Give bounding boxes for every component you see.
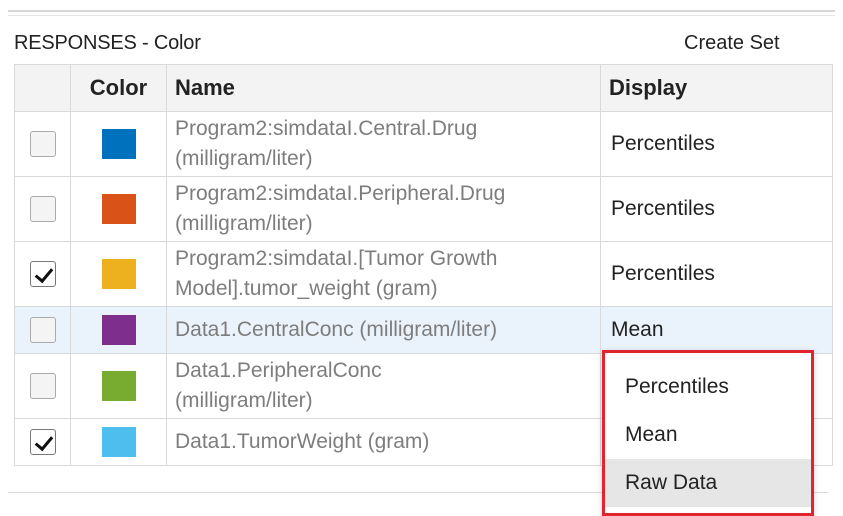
- name-line: (milligram/liter): [175, 212, 313, 235]
- dropdown-option-raw-data[interactable]: Raw Data: [605, 459, 811, 507]
- top-divider: [8, 10, 835, 12]
- row-display[interactable]: Percentiles: [600, 241, 833, 307]
- name-line: Model].tumor_weight (gram): [175, 277, 438, 300]
- table-row[interactable]: Data1.CentralConc (milligram/liter) Mean: [14, 306, 833, 354]
- row-checkbox[interactable]: [29, 373, 56, 399]
- row-display[interactable]: Mean: [600, 306, 833, 354]
- row-name: Data1.TumorWeight (gram): [166, 418, 601, 466]
- row-checkbox-cell: [14, 418, 71, 466]
- color-swatch[interactable]: [101, 427, 136, 457]
- name-line: Program2:simdataI.Peripheral.Drug: [175, 182, 506, 205]
- row-name: Program2:simdataI.[Tumor Growth Model].tu…: [166, 241, 601, 307]
- name-line: Data1.CentralConc (milligram/liter): [175, 318, 498, 341]
- row-color-cell: [70, 111, 167, 177]
- display-dropdown-menu: Percentiles Mean Raw Data: [602, 350, 814, 516]
- header-color[interactable]: Color: [70, 64, 167, 112]
- row-checkbox[interactable]: [29, 317, 56, 343]
- color-swatch[interactable]: [101, 371, 136, 401]
- row-checkbox[interactable]: [29, 131, 56, 157]
- row-color-cell: [70, 306, 167, 354]
- name-line: Program2:simdataI.[Tumor Growth: [175, 247, 498, 270]
- name-line: Data1.PeripheralConc: [175, 359, 382, 382]
- color-swatch[interactable]: [101, 315, 136, 345]
- row-display[interactable]: Percentiles: [600, 111, 833, 177]
- row-checkbox[interactable]: [29, 196, 56, 222]
- table-row[interactable]: Program2:simdataI.Central.Drug (milligram…: [14, 111, 833, 177]
- dropdown-option-mean[interactable]: Mean: [605, 411, 811, 459]
- dropdown-option-percentiles[interactable]: Percentiles: [605, 363, 811, 411]
- row-display[interactable]: Percentiles: [600, 176, 833, 242]
- name-line: Data1.TumorWeight (gram): [175, 430, 430, 453]
- row-name: Program2:simdataI.Central.Drug (milligram…: [166, 111, 601, 177]
- header-name[interactable]: Name: [166, 64, 601, 112]
- row-checkbox[interactable]: [29, 429, 56, 455]
- row-checkbox-cell: [14, 241, 71, 307]
- row-checkbox-cell: [14, 111, 71, 177]
- row-name: Data1.CentralConc (milligram/liter): [166, 306, 601, 354]
- top-divider-secondary: [8, 15, 835, 16]
- color-swatch[interactable]: [101, 194, 136, 224]
- row-color-cell: [70, 353, 167, 419]
- row-name: Program2:simdataI.Peripheral.Drug (millig…: [166, 176, 601, 242]
- row-checkbox-cell: [14, 176, 71, 242]
- row-color-cell: [70, 241, 167, 307]
- row-checkbox-cell: [14, 353, 71, 419]
- name-line: Program2:simdataI.Central.Drug: [175, 117, 478, 140]
- name-line: (milligram/liter): [175, 147, 313, 170]
- row-color-cell: [70, 176, 167, 242]
- header-display[interactable]: Display: [600, 64, 833, 112]
- section-title: RESPONSES - Color: [14, 32, 201, 54]
- table-row[interactable]: Program2:simdataI.[Tumor Growth Model].tu…: [14, 241, 833, 307]
- row-checkbox[interactable]: [29, 261, 56, 287]
- table-header-row: Color Name Display: [14, 64, 833, 112]
- color-swatch[interactable]: [101, 259, 136, 289]
- header-check: [14, 64, 71, 112]
- responses-header: RESPONSES - Color Create Set: [14, 26, 834, 60]
- table-row[interactable]: Program2:simdataI.Peripheral.Drug (millig…: [14, 176, 833, 242]
- color-swatch[interactable]: [101, 129, 136, 159]
- create-set-button[interactable]: Create Set: [684, 32, 780, 55]
- row-color-cell: [70, 418, 167, 466]
- row-checkbox-cell: [14, 306, 71, 354]
- row-name: Data1.PeripheralConc (milligram/liter): [166, 353, 601, 419]
- name-line: (milligram/liter): [175, 389, 313, 412]
